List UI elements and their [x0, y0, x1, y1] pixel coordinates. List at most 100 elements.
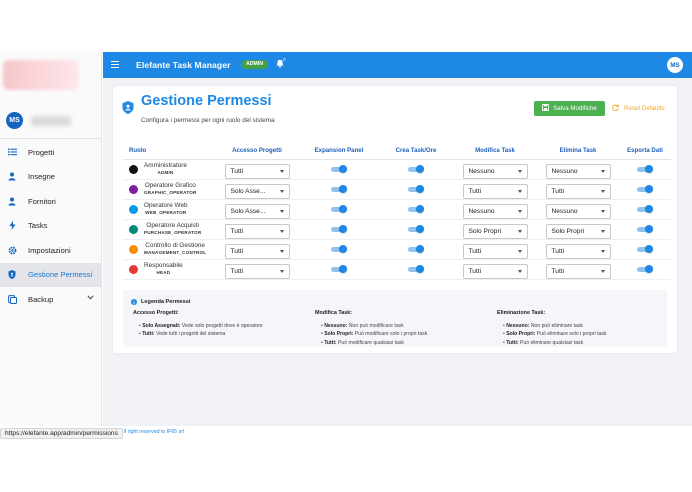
accesso-progetti-select[interactable]: Solo Asse...	[224, 183, 290, 199]
elimina-task-select[interactable]: Nessuno	[545, 203, 611, 219]
elimina-task-select[interactable]: Tutti	[545, 183, 611, 199]
esporta-dati-toggle[interactable]	[637, 225, 653, 233]
table-row: Controllo di Gestione MANAGEMENT_CONTROL T…	[123, 239, 671, 260]
sidebar-item-insegne[interactable]: Insegne	[0, 165, 102, 190]
select-value: Tutti	[230, 247, 244, 255]
expansion-panel-toggle[interactable]	[331, 165, 347, 173]
role-cell: Responsabile HEAD	[123, 259, 215, 280]
dropdown-arrow-icon	[600, 269, 605, 273]
modifica-task-select[interactable]: Tutti	[462, 183, 528, 199]
toggle-knob	[416, 265, 424, 273]
reset-defaults-button[interactable]: Reset Defaults	[612, 101, 665, 116]
elimina-task-select[interactable]: Tutti	[545, 263, 611, 279]
accesso-progetti-select[interactable]: Solo Asse...	[224, 203, 290, 219]
esporta-dati-toggle[interactable]	[637, 245, 653, 253]
toggle-knob	[645, 245, 653, 253]
sidebar-item-fornitori[interactable]: Fornitori	[0, 189, 102, 214]
dropdown-arrow-icon	[279, 269, 284, 273]
role-icon	[129, 264, 138, 274]
sidebar-item-label: Gestione Permessi	[28, 270, 93, 280]
crea-task-toggle[interactable]	[408, 165, 424, 173]
expansion-panel-toggle[interactable]	[331, 205, 347, 213]
modifica-task-cell: Solo Propri	[453, 219, 537, 240]
role-code: MANAGEMENT_CONTROL	[144, 250, 207, 255]
select-value: Nessuno	[468, 167, 495, 175]
legend-title-text: Legenda Permessi	[141, 299, 191, 305]
dropdown-arrow-icon	[600, 189, 605, 193]
accesso-progetti-select[interactable]: Tutti	[224, 263, 290, 279]
gear-icon	[7, 245, 17, 255]
elimina-task-select[interactable]: Tutti	[545, 243, 611, 259]
esporta-dati-toggle[interactable]	[637, 185, 653, 193]
expansion-panel-toggle[interactable]	[331, 185, 347, 193]
crea-task-toggle[interactable]	[408, 265, 424, 273]
accesso-progetti-select[interactable]: Tutti	[224, 223, 290, 239]
modifica-task-select[interactable]: Tutti	[462, 263, 528, 279]
accesso-progetti-select[interactable]: Tutti	[224, 163, 290, 179]
accesso-progetti-select[interactable]: Tutti	[224, 243, 290, 259]
sidebar-item-label: Progetti	[28, 147, 55, 157]
save-button[interactable]: Salva Modifiche	[534, 101, 605, 116]
elimina-task-cell: Tutti	[537, 239, 619, 260]
expansion-panel-toggle[interactable]	[331, 245, 347, 253]
expansion-panel-cell	[299, 219, 379, 240]
bolt-icon	[7, 221, 17, 231]
legend-line: • Solo Propri: Può eliminare solo i prop…	[503, 331, 607, 338]
accesso-progetti-cell: Tutti	[215, 159, 299, 180]
esporta-dati-toggle[interactable]	[637, 165, 653, 173]
role-cell: Controllo di Gestione MANAGEMENT_CONTROL	[123, 239, 215, 260]
expansion-panel-cell	[299, 259, 379, 280]
role-code: ADMIN	[157, 170, 174, 175]
crea-task-toggle[interactable]	[408, 245, 424, 253]
table-header-row: Ruolo Accesso Progetti Expansion Panel C…	[123, 142, 671, 160]
select-value: Nessuno	[468, 207, 495, 215]
elimina-task-select[interactable]: Solo Propri	[545, 223, 611, 239]
page-subtitle: Configura i permessi per ogni ruolo del …	[141, 117, 275, 124]
sidebar-item-progetti[interactable]: Progetti	[0, 140, 102, 165]
menu-icon[interactable]	[111, 61, 119, 68]
legend-heading: Accesso Progetti:	[133, 310, 179, 316]
select-value: Solo Asse...	[230, 187, 266, 195]
elimina-task-select[interactable]: Nessuno	[545, 163, 611, 179]
crea-task-toggle[interactable]	[408, 225, 424, 233]
sidebar-user[interactable]: MS	[6, 112, 71, 129]
esporta-dati-toggle[interactable]	[637, 205, 653, 213]
select-value: Tutti	[230, 167, 244, 175]
dropdown-arrow-icon	[279, 169, 284, 173]
expansion-panel-cell	[299, 179, 379, 200]
sidebar-item-gestione-permessi[interactable]: Gestione Permessi	[0, 262, 102, 287]
sidebar-item-impostazioni[interactable]: Impostazioni	[0, 238, 102, 263]
elimina-task-cell: Tutti	[537, 179, 619, 200]
expansion-panel-toggle[interactable]	[331, 265, 347, 273]
toggle-knob	[339, 205, 347, 213]
sidebar-item-label: Fornitori	[28, 196, 56, 206]
person-icon	[7, 196, 17, 206]
modifica-task-select[interactable]: Tutti	[462, 243, 528, 259]
permissions-card: Gestione Permessi Configura i permessi p…	[113, 86, 677, 353]
crea-task-cell	[379, 199, 453, 220]
crea-task-toggle[interactable]	[408, 185, 424, 193]
modifica-task-select[interactable]: Nessuno	[462, 203, 528, 219]
notification-count: 0	[283, 57, 286, 62]
modifica-task-select[interactable]: Nessuno	[462, 163, 528, 179]
modifica-task-cell: Nessuno	[453, 159, 537, 180]
modifica-task-select[interactable]: Solo Propri	[462, 223, 528, 239]
select-value: Tutti	[551, 187, 565, 195]
save-icon	[542, 103, 550, 113]
top-app-bar: Elefante Task Manager ADMIN 0 MS	[103, 52, 692, 78]
sidebar-item-tasks[interactable]: Tasks	[0, 214, 102, 239]
column-header-ruolo: Ruolo	[123, 142, 215, 160]
toggle-knob	[339, 265, 347, 273]
expansion-panel-toggle[interactable]	[331, 225, 347, 233]
crea-task-toggle[interactable]	[408, 205, 424, 213]
esporta-dati-toggle[interactable]	[637, 265, 653, 273]
table-row: Amministratore ADMIN Tutti Nessuno Nessuno	[123, 159, 671, 180]
dropdown-arrow-icon	[600, 169, 605, 173]
crea-task-cell	[379, 159, 453, 180]
sidebar-item-backup[interactable]: Backup	[0, 287, 102, 312]
select-value: Tutti	[551, 267, 565, 275]
legend-heading: Eliminazione Task:	[497, 310, 546, 316]
table-row: Operatore Acquisti PURCHASE_OPERATOR Tutti…	[123, 219, 671, 240]
user-avatar[interactable]: MS	[667, 57, 683, 73]
legend-section-modifica: Modifica Task: • Nessuno: Non può modifi…	[315, 310, 427, 347]
